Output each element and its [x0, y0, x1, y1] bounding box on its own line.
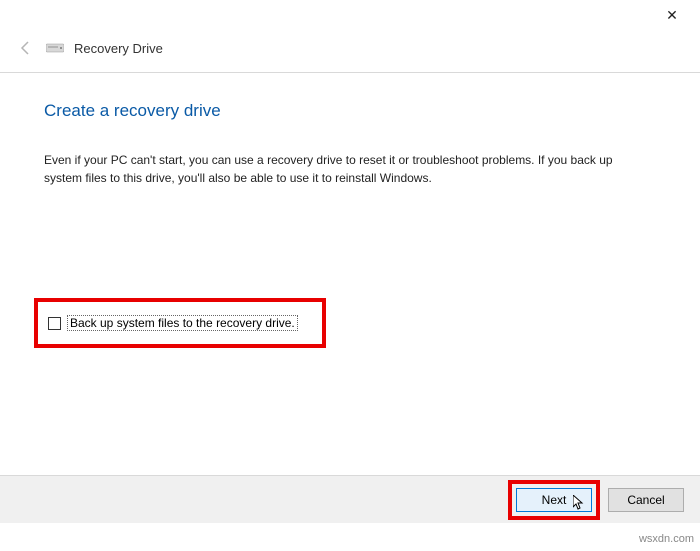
close-icon: ✕ [666, 7, 678, 24]
back-arrow-icon[interactable] [16, 38, 36, 58]
recovery-drive-icon [46, 42, 64, 54]
cursor-icon [573, 495, 585, 517]
next-button-label: Next [542, 493, 567, 507]
page-title: Create a recovery drive [44, 101, 656, 121]
title-bar: ✕ [0, 0, 700, 30]
watermark: wsxdn.com [639, 533, 694, 545]
next-button[interactable]: Next [516, 488, 592, 512]
cancel-button-label: Cancel [627, 493, 664, 507]
wizard-title: Recovery Drive [74, 41, 163, 56]
next-button-highlight: Next [508, 480, 600, 520]
backup-checkbox-row[interactable]: Back up system files to the recovery dri… [48, 315, 298, 331]
cancel-button[interactable]: Cancel [608, 488, 684, 512]
page-description: Even if your PC can't start, you can use… [44, 151, 634, 187]
close-button[interactable]: ✕ [650, 1, 694, 29]
checkbox-highlight: Back up system files to the recovery dri… [34, 298, 326, 348]
wizard-footer: Next Cancel [0, 475, 700, 523]
wizard-header: Recovery Drive [0, 30, 700, 73]
content-area: Create a recovery drive Even if your PC … [0, 73, 700, 187]
backup-checkbox[interactable] [48, 317, 61, 330]
backup-checkbox-label: Back up system files to the recovery dri… [67, 315, 298, 331]
